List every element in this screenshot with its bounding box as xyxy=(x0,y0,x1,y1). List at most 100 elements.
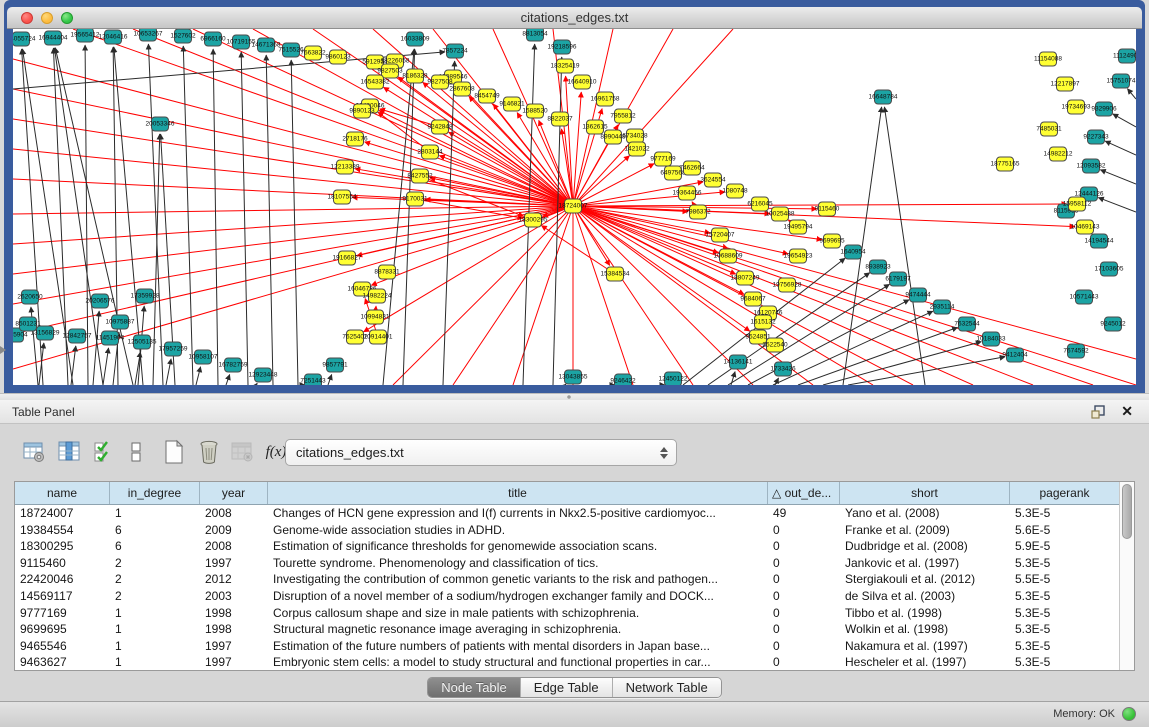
table-cell[interactable]: 1997 xyxy=(200,638,268,655)
graph-node[interactable]: 12450122 xyxy=(659,372,688,385)
table-cell[interactable]: 2009 xyxy=(200,522,268,539)
network-window-titlebar[interactable]: citations_edges.txt xyxy=(7,7,1142,29)
panel-expander-arrow-icon[interactable] xyxy=(0,346,6,354)
table-cell[interactable]: Hescheler et al. (1997) xyxy=(840,654,1010,670)
graph-node[interactable]: 10994831 xyxy=(361,310,390,324)
table-cell[interactable]: 0 xyxy=(768,605,840,622)
table-row[interactable]: 2242004622012Investigating the contribut… xyxy=(15,571,1119,588)
table-cell[interactable]: 0 xyxy=(768,522,840,539)
table-cell[interactable]: Dudbridge et al. (2008) xyxy=(840,538,1010,555)
graph-node[interactable]: 2867608 xyxy=(449,82,475,96)
table-cell[interactable]: de Silva et al. (2003) xyxy=(840,588,1010,605)
graph-node[interactable]: 9170031 xyxy=(402,192,428,206)
table-cell[interactable]: 6 xyxy=(110,522,200,539)
column-header-pagerank[interactable]: pagerank xyxy=(1010,482,1119,504)
graph-node[interactable]: 16944404 xyxy=(39,31,68,45)
table-cell[interactable]: 5.9E-5 xyxy=(1010,538,1119,555)
table-cell[interactable]: Tourette syndrome. Phenomenology and cla… xyxy=(268,555,768,572)
graph-node[interactable]: 13043855 xyxy=(559,370,588,384)
table-cell[interactable]: Nakamura et al. (1997) xyxy=(840,638,1010,655)
table-row[interactable]: 1456911722003Disruption of a novel membe… xyxy=(15,588,1119,605)
graph-node[interactable]: 10958107 xyxy=(189,350,218,364)
table-cell[interactable]: 5.3E-5 xyxy=(1010,605,1119,622)
table-cell[interactable]: 22420046 xyxy=(15,571,110,588)
graph-node[interactable]: 14055724 xyxy=(13,32,36,46)
table-cell[interactable]: Estimation of the future numbers of pati… xyxy=(268,638,768,655)
memory-status-indicator[interactable] xyxy=(1122,707,1136,721)
column-header-out_de[interactable]: △ out_de... xyxy=(768,482,840,504)
graph-node[interactable]: 19734693 xyxy=(1062,100,1091,114)
citation-edge-black[interactable] xyxy=(256,383,257,385)
graph-node[interactable]: 7955812 xyxy=(610,109,636,123)
close-panel-icon[interactable]: ✕ xyxy=(1121,403,1133,420)
graph-node[interactable]: 2803144 xyxy=(417,145,443,159)
table-cell[interactable]: 9777169 xyxy=(15,605,110,622)
graph-node[interactable]: 9474444 xyxy=(905,288,931,302)
table-cell[interactable]: 0 xyxy=(768,538,840,555)
table-cell[interactable]: 2 xyxy=(110,571,200,588)
citation-edge-black[interactable] xyxy=(166,359,171,385)
citation-edge-red[interactable] xyxy=(423,82,573,206)
citation-edge-black[interactable] xyxy=(848,357,1005,385)
table-cell[interactable]: 5.5E-5 xyxy=(1010,571,1119,588)
table-cell[interactable]: 1998 xyxy=(200,621,268,638)
table-cell[interactable]: Disruption of a novel member of a sodium… xyxy=(268,588,768,605)
panel-splitter[interactable] xyxy=(0,393,1149,400)
citation-edge-black[interactable] xyxy=(731,372,735,385)
table-cell[interactable]: Tibbo et al. (1998) xyxy=(840,605,1010,622)
graph-node[interactable]: 10975887 xyxy=(106,315,135,329)
table-row[interactable]: 977716911998Corpus callosum shape and si… xyxy=(15,605,1119,622)
table-cell[interactable]: 1997 xyxy=(200,555,268,572)
table-cell[interactable]: 0 xyxy=(768,555,840,572)
graph-node[interactable]: 11451904 xyxy=(96,331,125,345)
graph-node[interactable]: 1733426 xyxy=(770,362,796,376)
graph-node[interactable]: 19218596 xyxy=(548,40,577,54)
graph-node[interactable]: 9699695 xyxy=(819,234,845,248)
graph-node[interactable]: 19565412 xyxy=(71,29,100,42)
graph-node[interactable]: 7674592 xyxy=(1063,344,1089,358)
table-cell[interactable]: 0 xyxy=(768,621,840,638)
table-cell[interactable]: Wolkin et al. (1998) xyxy=(840,621,1010,638)
graph-node[interactable]: 1080748 xyxy=(722,184,748,198)
citation-edge-red[interactable] xyxy=(13,206,573,274)
citation-network-graph[interactable]: 1405572416944404195654121204641610653267… xyxy=(13,29,1136,385)
graph-node[interactable]: 17103605 xyxy=(1095,262,1124,276)
tab-edge-table[interactable]: Edge Table xyxy=(521,678,613,697)
table-cell[interactable]: Genome-wide association studies in ADHD. xyxy=(268,522,768,539)
table-row[interactable]: 946362711997Embryonic stem cells: a mode… xyxy=(15,654,1119,670)
graph-node[interactable]: 8878331 xyxy=(374,265,400,279)
graph-node[interactable]: 7857224 xyxy=(442,44,468,58)
citation-edge-black[interactable] xyxy=(1113,114,1136,127)
column-header-short[interactable]: short xyxy=(840,482,1010,504)
table-cell[interactable]: 5.3E-5 xyxy=(1010,621,1119,638)
table-cell[interactable]: Investigating the contribution of common… xyxy=(268,571,768,588)
graph-node[interactable]: 15751074 xyxy=(1107,74,1136,88)
graph-node[interactable]: 6216045 xyxy=(747,197,773,211)
select-all-icon[interactable] xyxy=(90,438,118,466)
table-cell[interactable]: 1 xyxy=(110,505,200,522)
table-cell[interactable]: 5.3E-5 xyxy=(1010,588,1119,605)
table-cell[interactable]: 2 xyxy=(110,588,200,605)
table-scrollbar[interactable] xyxy=(1119,482,1134,670)
graph-node[interactable]: 18107554 xyxy=(328,190,357,204)
table-cell[interactable]: Structural magnetic resonance image aver… xyxy=(268,621,768,638)
table-cell[interactable]: Changes of HCN gene expression and I(f) … xyxy=(268,505,768,522)
citation-edge-black[interactable] xyxy=(443,61,455,385)
graph-node[interactable]: 8813054 xyxy=(522,29,548,41)
table-cell[interactable]: 1 xyxy=(110,621,200,638)
graph-node[interactable]: 18775165 xyxy=(991,157,1020,171)
graph-node[interactable]: 7462664 xyxy=(679,161,705,175)
graph-node[interactable]: 2718176 xyxy=(342,132,368,146)
table-cell[interactable]: 18300295 xyxy=(15,538,110,555)
citation-edge-black[interactable] xyxy=(39,343,44,385)
graph-node[interactable]: 16640910 xyxy=(568,75,597,89)
citation-edge-black[interactable] xyxy=(884,107,925,385)
graph-node[interactable]: 12505135 xyxy=(128,335,157,349)
graph-node[interactable]: 16648784 xyxy=(869,90,898,104)
citation-edge-black[interactable] xyxy=(226,374,230,385)
graph-node[interactable]: 1527602 xyxy=(170,29,196,43)
table-cell[interactable]: 1 xyxy=(110,638,200,655)
network-canvas[interactable]: 1405572416944404195654121204641610653267… xyxy=(13,29,1136,385)
citation-edge-red[interactable] xyxy=(573,206,1136,359)
graph-node[interactable]: 14194544 xyxy=(1085,234,1114,248)
